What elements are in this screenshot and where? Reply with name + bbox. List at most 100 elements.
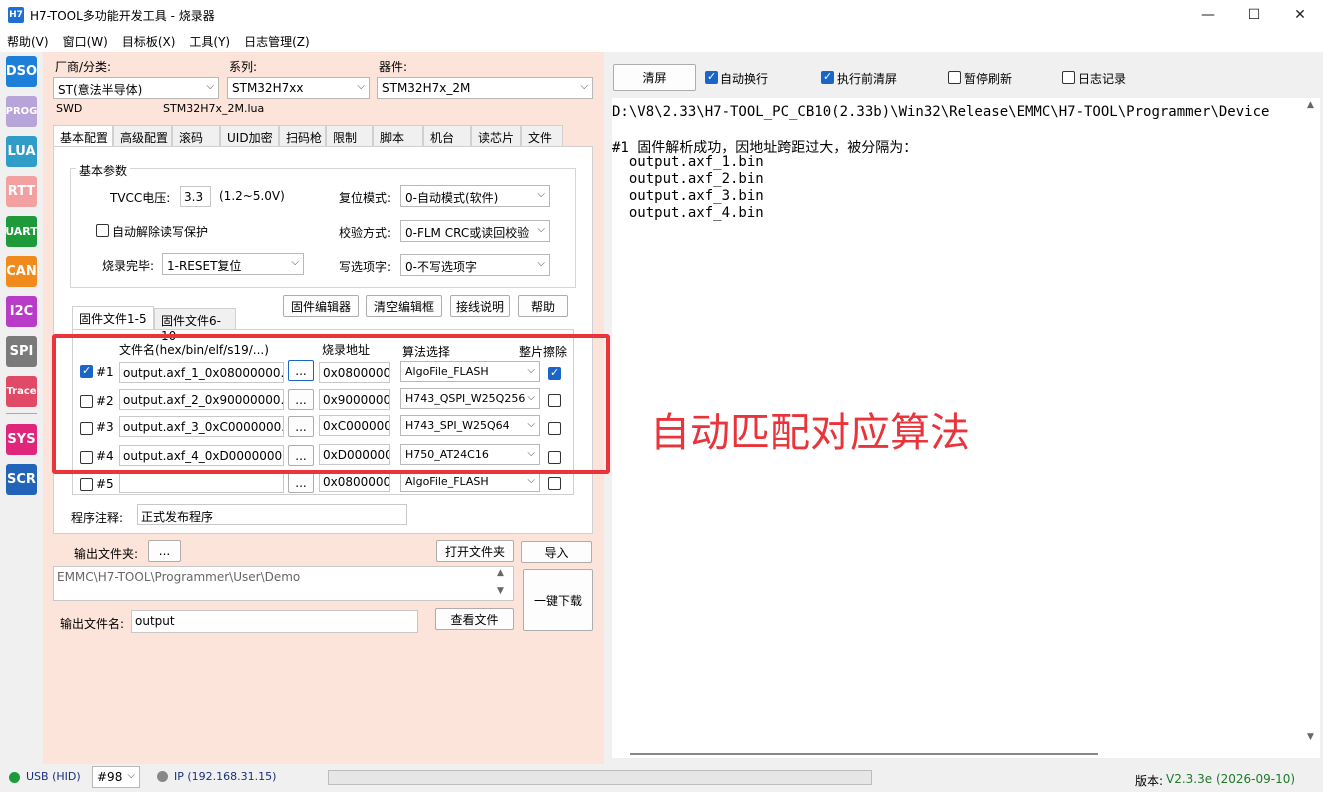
tab-read-chip[interactable]: 读芯片 [471, 125, 521, 147]
chevron-down-icon: ⌵ [127, 770, 135, 781]
help-button[interactable]: 帮助 [518, 295, 568, 317]
row5-browse-button[interactable]: ... [288, 472, 314, 493]
ip-status-text: IP (192.168.31.15) [174, 770, 277, 783]
tab-rolling-code[interactable]: 滚码 [172, 125, 220, 147]
tab-firmware-6-10[interactable]: 固件文件6-10 [154, 308, 236, 343]
tab-basic[interactable]: 基本配置 [53, 125, 113, 148]
maximize-button[interactable]: ☐ [1231, 0, 1277, 30]
view-file-button[interactable]: 查看文件 [435, 608, 514, 630]
output-path-text[interactable]: EMMC\H7-TOOL\Programmer\User\Demo [53, 566, 514, 601]
menu-tools[interactable]: 工具(Y) [182, 30, 237, 52]
log-record-checkbox[interactable] [1062, 71, 1075, 84]
vendor-select[interactable]: ST(意法半导体) ⌵ [53, 77, 219, 99]
interface-text: SWD [56, 102, 83, 115]
tvcc-input[interactable]: 3.3 [180, 186, 211, 207]
annotation-text: 自动匹配对应算法 [650, 410, 970, 456]
minimize-button[interactable]: — [1185, 0, 1231, 30]
scroll-down-icon[interactable]: ▼ [1307, 732, 1314, 742]
log-line: output.axf_4.bin [612, 205, 764, 221]
tab-script[interactable]: 脚本 [373, 125, 423, 147]
series-label: 系列: [229, 60, 258, 74]
scroll-up-icon[interactable]: ▲ [1307, 100, 1314, 110]
tab-uid[interactable]: UID加密 [220, 125, 279, 147]
wiring-button[interactable]: 接线说明 [450, 295, 510, 317]
tool-sidebar: DSO PROG LUA RTT UART CAN I2C SPI Trace … [0, 52, 42, 764]
option-bytes-label: 写选项字: [339, 260, 392, 274]
row5-index: #5 [96, 477, 114, 491]
row5-algo-select[interactable]: AlgoFile_FLASH ⌵ [400, 471, 540, 492]
open-folder-button[interactable]: 打开文件夹 [436, 540, 514, 562]
version-label: 版本: [1135, 774, 1164, 788]
menu-target[interactable]: 目标板(X) [115, 30, 183, 52]
part-label: 器件: [379, 60, 408, 74]
tvcc-label: TVCC电压: [110, 191, 171, 205]
rtt-icon[interactable]: RTT [6, 176, 37, 207]
series-select[interactable]: STM32H7xx ⌵ [227, 77, 370, 99]
spi-icon[interactable]: SPI [6, 336, 37, 367]
tab-firmware-1-5[interactable]: 固件文件1-5 [72, 306, 154, 330]
config-tabs: 基本配置 高级配置 滚码 UID加密 扫码枪 限制 脚本 机台 读芯片 文件 [53, 125, 593, 148]
firmware-editor-button[interactable]: 固件编辑器 [283, 295, 359, 317]
uart-icon[interactable]: UART [5, 216, 38, 247]
menu-log[interactable]: 日志管理(Z) [237, 30, 317, 52]
clear-before-run-label: 执行前清屏 [837, 72, 898, 86]
basic-params-title: 基本参数 [76, 162, 131, 179]
comment-label: 程序注释: [71, 511, 124, 525]
menu-help[interactable]: 帮助(V) [0, 30, 56, 52]
sys-icon[interactable]: SYS [6, 424, 37, 455]
highlight-box [52, 334, 610, 474]
row5-addr-input[interactable]: 0x08000000 [319, 471, 390, 492]
usb-status-icon [9, 772, 20, 783]
i2c-icon[interactable]: I2C [6, 296, 37, 327]
close-button[interactable]: ✕ [1277, 0, 1323, 30]
port-select[interactable]: #98 ⌵ [92, 766, 140, 788]
can-icon[interactable]: CAN [6, 256, 37, 287]
app-icon: H7 [8, 7, 24, 23]
scroll-up-icon[interactable]: ▲ [497, 568, 504, 578]
comment-input[interactable]: 正式发布程序 [137, 504, 407, 525]
chevron-down-icon: ⌵ [357, 81, 365, 92]
menu-bar: 帮助(V) 窗口(W) 目标板(X) 工具(Y) 日志管理(Z) [0, 30, 1323, 52]
chevron-down-icon: ⌵ [580, 81, 588, 92]
lua-icon[interactable]: LUA [6, 136, 37, 167]
output-folder-browse-button[interactable]: ... [148, 540, 181, 562]
tab-advanced[interactable]: 高级配置 [113, 125, 172, 147]
verify-select[interactable]: 0-FLM CRC或读回校验 ⌵ [400, 220, 550, 242]
scr-icon[interactable]: SCR [6, 464, 37, 495]
dso-icon[interactable]: DSO [6, 56, 37, 87]
pause-refresh-checkbox[interactable] [948, 71, 961, 84]
output-name-input[interactable]: output [131, 610, 418, 633]
clear-editor-button[interactable]: 清空编辑框 [366, 295, 442, 317]
part-select[interactable]: STM32H7x_2M ⌵ [377, 77, 593, 99]
tab-scanner[interactable]: 扫码枪 [279, 125, 326, 147]
log-vertical-scrollbar[interactable]: ▲ ▼ [1303, 98, 1320, 746]
scroll-down-icon[interactable]: ▼ [497, 586, 504, 596]
log-horizontal-scrollbar[interactable] [612, 746, 1320, 758]
import-button[interactable]: 导入 [521, 541, 592, 563]
clear-before-run-checkbox[interactable] [821, 70, 834, 84]
pause-refresh-label: 暂停刷新 [964, 72, 1013, 86]
finish-label: 烧录完毕: [102, 259, 155, 273]
option-bytes-select[interactable]: 0-不写选项字 ⌵ [400, 254, 550, 276]
clear-screen-button[interactable]: 清屏 [613, 64, 696, 91]
row5-enable-checkbox[interactable] [80, 478, 93, 491]
progress-bar [328, 770, 872, 785]
tvcc-range: (1.2~5.0V) [219, 189, 285, 203]
menu-window[interactable]: 窗口(W) [56, 30, 115, 52]
scroll-thumb[interactable] [630, 753, 1098, 755]
reset-mode-select[interactable]: 0-自动模式(软件) ⌵ [400, 185, 550, 207]
finish-select[interactable]: 1-RESET复位 ⌵ [162, 253, 304, 275]
tab-limit[interactable]: 限制 [326, 125, 373, 147]
auto-wrap-checkbox[interactable] [705, 70, 718, 84]
prog-icon[interactable]: PROG [6, 96, 37, 127]
auto-unlock-checkbox[interactable] [96, 224, 109, 237]
one-click-download-button[interactable]: 一键下载 [523, 569, 593, 631]
log-line: output.axf_2.bin [612, 171, 764, 187]
tab-machine[interactable]: 机台 [423, 125, 471, 147]
trace-icon[interactable]: Trace [6, 376, 37, 407]
tab-file[interactable]: 文件 [521, 125, 563, 147]
row5-file-input[interactable] [119, 472, 284, 493]
log-record-label: 日志记录 [1078, 72, 1127, 86]
status-bar: USB (HID) #98 ⌵ IP (192.168.31.15) 版本: V2… [0, 764, 1323, 792]
row5-erase-checkbox[interactable] [548, 477, 561, 490]
